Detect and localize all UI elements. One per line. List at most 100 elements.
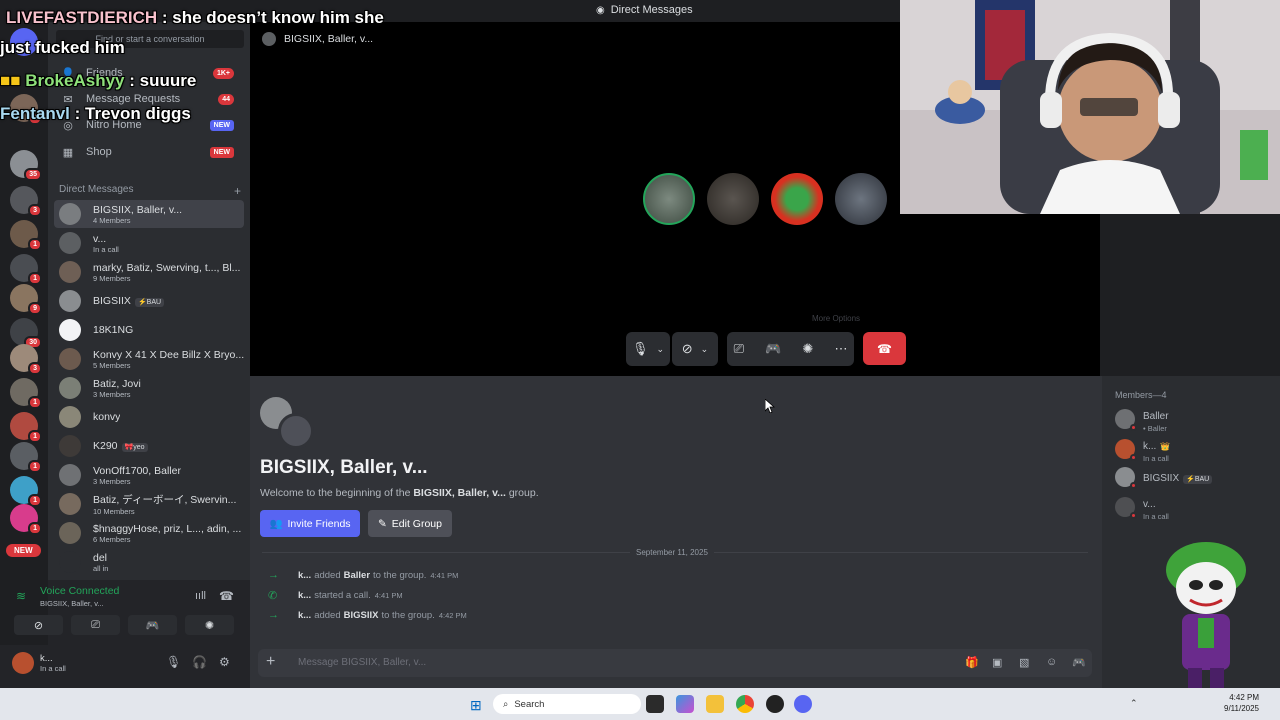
server-icon[interactable]: 1 (10, 254, 42, 285)
server-icon[interactable]: 35 (10, 150, 42, 181)
microphone-icon: 🎙 (631, 341, 649, 356)
member-subtitle: • Baller (1143, 423, 1167, 433)
dm-subtitle: 4 Members (93, 215, 131, 225)
new-servers-pill[interactable]: NEW (6, 544, 41, 557)
clan-tag: ⚡BAU (134, 298, 165, 307)
headphones-icon[interactable]: 🎧 (192, 655, 207, 669)
crown-icon: 👑 (1160, 441, 1171, 451)
server-icon[interactable]: 1 (10, 220, 42, 251)
participant-tile[interactable] (707, 173, 759, 225)
screen-share-icon[interactable]: ⎚ (734, 341, 744, 357)
message-input[interactable]: Message BIGSIIX, Baller, v... (298, 657, 426, 668)
voice-connected-label[interactable]: Voice Connected (40, 585, 119, 597)
group-title: BIGSIIX, Baller, v... (260, 457, 428, 478)
dm-item[interactable]: Batiz, Jovi 3 Members (54, 374, 244, 402)
server-icon[interactable]: 3 (10, 186, 42, 217)
gift-icon[interactable]: 🎁 (965, 656, 979, 669)
dm-item[interactable]: $hnaggyHose, priz, L..., adin, ... 6 Memb… (54, 519, 244, 547)
app-icon[interactable] (766, 695, 784, 713)
task-view-icon[interactable] (646, 695, 664, 713)
edit-group-button[interactable]: ✎ Edit Group (368, 510, 452, 537)
member-item[interactable]: Baller • Baller (1115, 406, 1275, 433)
dm-item[interactable]: del all in (54, 548, 244, 576)
joker-figure-overlay (1166, 542, 1246, 688)
dm-item[interactable]: v... In a call (54, 229, 244, 257)
server-icon[interactable]: 1 (10, 412, 42, 443)
pencil-icon: ✎ (377, 517, 387, 530)
chevron-up-icon[interactable]: ⌃ (1130, 698, 1138, 709)
server-icon[interactable]: 9 (10, 284, 42, 315)
overlay-chat-line: LIVEFASTDIERICH : she doesn’t know him s… (6, 8, 384, 27)
dm-subtitle: all in (93, 563, 109, 573)
camera-button[interactable]: ⊘ ⌄ (672, 332, 718, 366)
create-dm-button[interactable]: + (234, 184, 241, 198)
more-icon[interactable]: ⋯ (834, 341, 847, 357)
dm-subtitle: 3 Members (93, 476, 131, 486)
dm-item[interactable]: marky, Batiz, Swerving, t..., Bl... 9 Mem… (54, 258, 244, 286)
gamepad-icon[interactable]: 🎮 (765, 341, 781, 357)
dm-item[interactable]: Konvy X 41 X Dee Billz X Bryo... 5 Member… (54, 345, 244, 373)
dm-item[interactable]: BIGSIIX, Baller, v... 4 Members (54, 200, 244, 228)
participant-tile[interactable] (643, 173, 695, 225)
dm-item[interactable]: Batiz, ディーボーイ, Swervin... 10 Members (54, 490, 244, 518)
leave-call-button[interactable]: ☎ (863, 332, 906, 365)
share-screen-button[interactable]: ⎚ (71, 615, 120, 635)
emoji-icon[interactable]: ☺ (1046, 656, 1057, 668)
attach-plus-icon[interactable]: + (266, 653, 275, 671)
soundboard-button[interactable]: ✺ (185, 615, 234, 635)
participant-tile[interactable] (835, 173, 887, 225)
file-explorer-icon[interactable] (706, 695, 724, 713)
server-icon[interactable]: 30 (10, 318, 42, 349)
windows-start-icon[interactable]: ⊞ (470, 697, 482, 714)
member-item[interactable]: BIGSIIX ⚡BAU (1115, 464, 1275, 490)
badge-icon: ■■ (0, 71, 21, 90)
avatar (59, 377, 81, 399)
chrome-icon[interactable] (736, 695, 754, 713)
server-icon[interactable]: 1 (10, 378, 42, 409)
server-icon[interactable]: 3 (10, 344, 42, 375)
gamepad-icon[interactable]: 🎮 (1072, 656, 1086, 669)
gear-icon[interactable]: ⚙ (219, 655, 230, 669)
sticker-icon[interactable]: ▧ (1019, 656, 1029, 669)
user-name[interactable]: k... (40, 653, 53, 664)
microphone-icon[interactable]: 🎙 (166, 655, 181, 669)
member-item[interactable]: v... In a call (1115, 494, 1275, 521)
avatar (59, 261, 81, 283)
dm-item[interactable]: konvy (54, 403, 244, 431)
mute-button[interactable]: 🎙 ⌄ (626, 332, 670, 366)
invite-friends-button[interactable]: 👥 Invite Friends (260, 510, 360, 537)
status-dot (1130, 424, 1137, 431)
discord-taskbar-icon[interactable] (794, 695, 812, 713)
soundboard-icon[interactable]: ✺ (802, 341, 813, 357)
server-icon[interactable]: 1 (10, 442, 42, 473)
server-icon[interactable]: 1 (10, 504, 42, 535)
voice-channel-name[interactable]: BIGSIIX, Baller, v... (40, 599, 104, 608)
member-item[interactable]: k... 👑 In a call (1115, 436, 1275, 463)
dm-item[interactable]: BIGSIIX ⚡BAU (54, 287, 244, 315)
dm-item[interactable]: VonOff1700, Baller 3 Members (54, 461, 244, 489)
phone-icon: ✆ (268, 590, 278, 602)
dm-subtitle: 9 Members (93, 273, 131, 283)
gif-icon[interactable]: ▣ (992, 656, 1002, 669)
activity-button[interactable]: 🎮 (128, 615, 177, 635)
toggle-camera-button[interactable]: ⊘ (14, 615, 63, 635)
chevron-down-icon: ⌄ (656, 343, 665, 354)
noise-suppression-icon[interactable]: ııll (195, 590, 206, 602)
overlay-chat-line: ■■ BrokeAshyy : suuure (0, 71, 197, 90)
taskbar-search[interactable]: ⌕ Search (493, 694, 641, 714)
copilot-icon[interactable] (676, 695, 694, 713)
camera-off-icon: ⊘ (33, 619, 44, 632)
avatar[interactable] (12, 652, 34, 674)
system-clock[interactable]: 4:42 PM 9/11/2025 (1224, 692, 1259, 714)
call-actions-group: ⎚ 🎮 ✺ ⋯ (727, 332, 854, 366)
server-icon[interactable]: 1 (10, 476, 42, 507)
system-message: → k... added BIGSIIX to the group. 4:42 … (268, 609, 467, 621)
disconnect-icon[interactable]: ☎ (219, 589, 234, 603)
participant-tile[interactable] (771, 173, 823, 225)
hang-up-icon: ☎ (877, 341, 892, 356)
system-message: ✆ k... started a call. 4:41 PM (268, 590, 403, 602)
dm-item[interactable]: 18K1NG (54, 316, 244, 344)
shop-icon: ▦ (62, 147, 74, 159)
nav-shop[interactable]: ▦ Shop NEW (56, 139, 244, 165)
dm-item[interactable]: K290 🎀yeo (54, 432, 244, 460)
